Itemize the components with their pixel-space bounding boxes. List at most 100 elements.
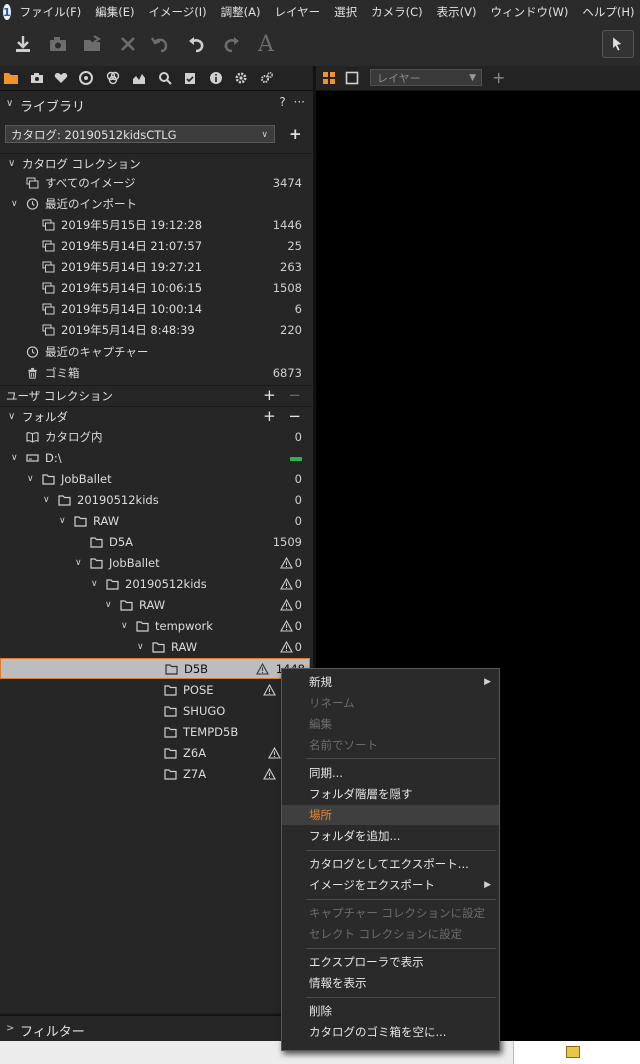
- menu-item-location[interactable]: 場所: [282, 805, 499, 825]
- tab-lens[interactable]: [52, 69, 70, 87]
- folder-tree-item[interactable]: ∨ D:\: [0, 448, 310, 469]
- add-catalog-button[interactable]: +: [289, 125, 302, 143]
- stack-icon: [42, 240, 55, 252]
- capture-button[interactable]: [45, 30, 71, 58]
- filter-panel-header[interactable]: > フィルター: [0, 1015, 313, 1042]
- folder-tree-item[interactable]: ∨ 20190512kids 0: [0, 574, 310, 595]
- menu-item-new[interactable]: 新規 ▶: [282, 672, 499, 692]
- import-label: 2019年5月14日 10:00:14: [61, 302, 203, 316]
- move-to-button[interactable]: [79, 30, 105, 58]
- undo-icon: [189, 37, 204, 53]
- folder-tree-item[interactable]: ∨ RAW 0: [0, 595, 310, 616]
- folder-tree-item[interactable]: ∨ JobBallet 0: [0, 553, 310, 574]
- folder-tree-item[interactable]: ∨ 20190512kids 0: [0, 490, 310, 511]
- tab-library[interactable]: [2, 69, 20, 87]
- folder-arrow-icon: [84, 35, 101, 51]
- tab-color[interactable]: [77, 69, 95, 87]
- remove-user-collection-button[interactable]: −: [288, 386, 301, 404]
- import-item[interactable]: 2019年5月14日 19:27:21 263: [0, 257, 310, 278]
- folder-icon: [152, 642, 165, 653]
- catalog-select[interactable]: カタログ: 20190512kidsCTLG ∨: [5, 125, 275, 143]
- folder-count: 0: [294, 640, 302, 654]
- grid-view-icon[interactable]: [322, 71, 336, 85]
- menu-select[interactable]: 選択: [334, 4, 357, 20]
- layer-select[interactable]: レイヤー ▼: [370, 69, 482, 86]
- menu-edit[interactable]: 編集(E): [95, 4, 134, 20]
- remove-folder-button[interactable]: −: [288, 407, 301, 425]
- cursor-tool-button[interactable]: [602, 30, 634, 58]
- folder-tree-item[interactable]: ∨ RAW 0: [0, 637, 310, 658]
- folder-tree-item[interactable]: ∨ RAW 0: [0, 511, 310, 532]
- menu-image[interactable]: イメージ(I): [149, 4, 207, 20]
- import-button[interactable]: [10, 30, 36, 58]
- folder-tree-item[interactable]: Z7A: [0, 764, 310, 785]
- tab-histogram[interactable]: [130, 69, 148, 87]
- help-button[interactable]: ?: [279, 95, 285, 109]
- folder-icon: [42, 474, 55, 485]
- menu-item-delete[interactable]: 削除: [282, 1001, 499, 1021]
- tab-details[interactable]: [156, 69, 174, 87]
- folder-count: 0: [294, 514, 302, 528]
- undo-button[interactable]: [183, 30, 209, 58]
- menu-item-show-info[interactable]: 情報を表示: [282, 973, 499, 993]
- add-folder-button[interactable]: +: [263, 407, 276, 425]
- menu-help[interactable]: ヘルプ(H): [582, 4, 634, 20]
- menu-item-empty-trash[interactable]: カタログのゴミ箱を空に...: [282, 1022, 499, 1042]
- all-images-item[interactable]: すべてのイメージ 3474: [0, 173, 310, 194]
- folder-tree-item[interactable]: Z6A: [0, 743, 310, 764]
- menu-separator: [306, 758, 496, 759]
- tab-exposure[interactable]: [104, 69, 122, 87]
- recent-imports-item[interactable]: ∨ 最近のインポート: [0, 194, 310, 215]
- folder-tree-item[interactable]: POSE: [0, 680, 310, 701]
- library-header[interactable]: ∨ ライブラリ ? ···: [0, 91, 313, 117]
- menu-file[interactable]: ファイル(F): [20, 4, 82, 20]
- chevron-down-icon: ∨: [59, 516, 66, 526]
- folder-tree-item[interactable]: ∨ JobBallet 0: [0, 469, 310, 490]
- menu-camera[interactable]: カメラ(C): [371, 4, 423, 20]
- menu-layer[interactable]: レイヤー: [274, 4, 320, 20]
- import-item[interactable]: 2019年5月15日 19:12:28 1446: [0, 215, 310, 236]
- tab-output[interactable]: [232, 69, 250, 87]
- delete-button[interactable]: [115, 30, 141, 58]
- trash-item[interactable]: ゴミ箱 6873: [0, 363, 310, 384]
- more-options-button[interactable]: ···: [294, 95, 305, 109]
- menu-item-show-in-explorer[interactable]: エクスプローラで表示: [282, 952, 499, 972]
- menu-view[interactable]: 表示(V): [437, 4, 477, 20]
- reset-button[interactable]: [147, 30, 173, 58]
- import-item[interactable]: 2019年5月14日 21:07:57 25: [0, 236, 310, 257]
- tab-adjustments[interactable]: [181, 69, 199, 87]
- tab-metadata[interactable]: [207, 69, 225, 87]
- tab-capture[interactable]: [28, 69, 46, 87]
- import-item[interactable]: 2019年5月14日 10:06:15 1508: [0, 278, 310, 299]
- menu-adjust[interactable]: 調整(A): [221, 4, 261, 20]
- book-icon: [26, 432, 39, 443]
- import-item[interactable]: 2019年5月14日 10:00:14 6: [0, 299, 310, 320]
- library-header-icons: ? ···: [279, 95, 305, 109]
- import-item[interactable]: 2019年5月14日 8:48:39 220: [0, 320, 310, 341]
- add-layer-button[interactable]: +: [492, 68, 505, 87]
- folder-tree-item[interactable]: SHUGO: [0, 701, 310, 722]
- menu-item-export-images[interactable]: イメージをエクスポート ▶: [282, 875, 499, 895]
- folder-label: Z6A: [183, 746, 207, 760]
- catalog-collection-header[interactable]: ∨ カタログ コレクション: [0, 153, 313, 173]
- menu-item-export-catalog[interactable]: カタログとしてエクスポート...: [282, 854, 499, 874]
- menu-item-add-folder[interactable]: フォルダを追加...: [282, 826, 499, 846]
- folders-header[interactable]: ∨ フォルダ + −: [0, 406, 313, 426]
- recent-captures-item[interactable]: 最近のキャプチャー: [0, 342, 310, 363]
- folder-tree-item[interactable]: D5A 1509: [0, 532, 310, 553]
- menu-window[interactable]: ウィンドウ(W): [491, 4, 569, 20]
- user-collection-header[interactable]: ユーザ コレクション + −: [0, 385, 313, 405]
- stack-icon: [42, 324, 55, 336]
- single-view-icon[interactable]: [345, 71, 359, 85]
- add-user-collection-button[interactable]: +: [263, 386, 276, 404]
- redo-button[interactable]: [219, 30, 245, 58]
- menu-item-sync[interactable]: 同期...: [282, 763, 499, 783]
- in-catalog-item[interactable]: カタログ内 0: [0, 427, 310, 448]
- folder-tree-item-selected[interactable]: D5B 1448: [0, 658, 310, 679]
- folder-tree-item[interactable]: ∨ tempwork 0: [0, 616, 310, 637]
- folder-tree-item[interactable]: TEMPD5B: [0, 722, 310, 743]
- menu-item-hide-hierarchy[interactable]: フォルダ階層を隠す: [282, 784, 499, 804]
- tab-batch[interactable]: [258, 69, 276, 87]
- text-tool-button[interactable]: A: [253, 30, 279, 58]
- folder-label: D:\: [45, 451, 62, 465]
